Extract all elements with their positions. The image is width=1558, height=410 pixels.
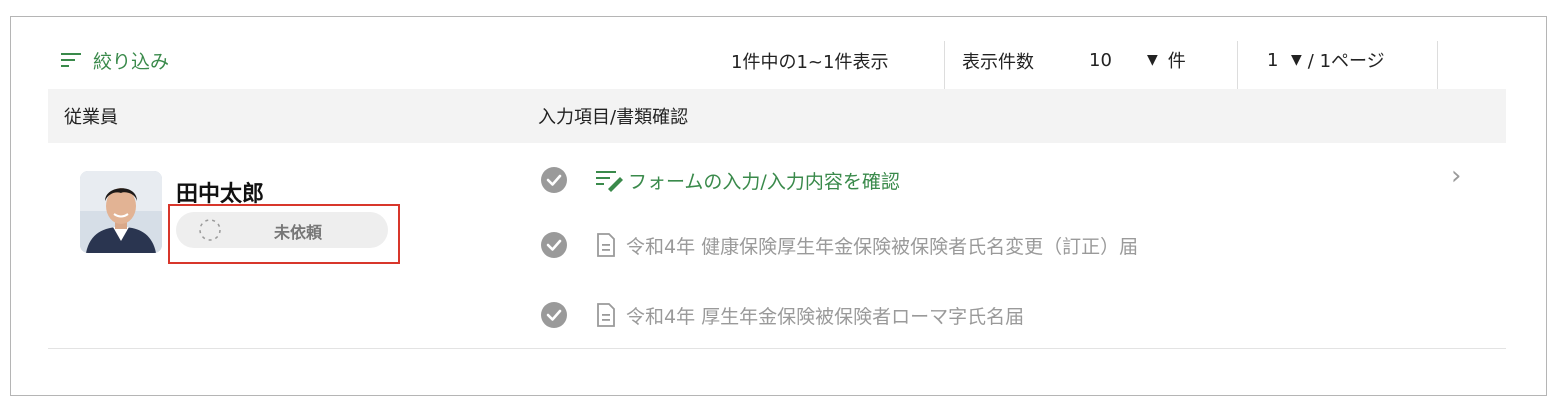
filter-label: 絞り込み	[93, 50, 170, 73]
check-circle-icon	[541, 232, 567, 258]
form-edit-icon	[596, 171, 623, 192]
document-item: 令和4年 厚生年金保険被保険者ローマ字氏名届	[540, 300, 1024, 330]
document-link[interactable]: 令和4年 厚生年金保険被保険者ローマ字氏名届	[596, 302, 1024, 329]
status-highlight: 未依頼	[168, 204, 400, 264]
document-icon	[597, 233, 615, 257]
document-link[interactable]: 令和4年 健康保険厚生年金保険被保険者氏名変更（訂正）届	[596, 232, 1138, 259]
document-label: 令和4年 厚生年金保険被保険者ローマ字氏名届	[626, 305, 1025, 328]
caret-down-icon: ▼	[1291, 52, 1302, 68]
check-circle-icon	[541, 302, 567, 328]
per-page-unit: 件	[1167, 51, 1186, 72]
per-page-select[interactable]: 10 ▼ 件	[1087, 44, 1225, 76]
list-toolbar: 絞り込み 1件中の1~1件表示 表示件数 10 ▼ 件 1 ▼ / 1ページ	[11, 17, 1546, 89]
filter-icon	[61, 53, 81, 67]
page-value: 1	[1267, 49, 1279, 71]
check-circle-icon	[541, 167, 567, 193]
document-label: 令和4年 健康保険厚生年金保険被保険者氏名変更（訂正）届	[626, 235, 1139, 258]
spinner-icon	[199, 219, 221, 241]
table-header: 従業員 入力項目/書類確認	[48, 89, 1506, 143]
document-item: 令和4年 健康保険厚生年金保険被保険者氏名変更（訂正）届	[540, 230, 1138, 260]
filter-button[interactable]: 絞り込み	[61, 47, 169, 73]
table-row[interactable]: 田中太郎 未依頼 フォームの入力/入力内容を確認 令和4年 健康保険厚生年金保険…	[48, 143, 1506, 349]
column-header-employee: 従業員	[64, 107, 118, 128]
status-text: 未依頼	[274, 223, 323, 242]
per-page-value: 10	[1089, 49, 1112, 71]
employee-list-panel: 絞り込み 1件中の1~1件表示 表示件数 10 ▼ 件 1 ▼ / 1ページ 従…	[10, 16, 1547, 396]
page-suffix: / 1ページ	[1307, 51, 1385, 72]
result-summary: 1件中の1~1件表示	[731, 52, 889, 73]
form-item: フォームの入力/入力内容を確認	[540, 165, 900, 195]
chevron-right-icon[interactable]: ›	[1451, 161, 1461, 191]
divider	[1237, 41, 1238, 89]
column-header-items: 入力項目/書類確認	[538, 107, 689, 128]
divider	[1437, 41, 1438, 89]
avatar	[80, 171, 162, 253]
form-input-link-label: フォームの入力/入力内容を確認	[628, 170, 900, 193]
form-input-link[interactable]: フォームの入力/入力内容を確認	[596, 167, 900, 194]
document-icon	[597, 303, 615, 327]
page-select[interactable]: 1 ▼ / 1ページ	[1257, 44, 1442, 76]
divider	[944, 41, 945, 89]
caret-down-icon: ▼	[1147, 52, 1158, 68]
status-badge: 未依頼	[176, 212, 388, 248]
per-page-label: 表示件数	[962, 52, 1034, 73]
